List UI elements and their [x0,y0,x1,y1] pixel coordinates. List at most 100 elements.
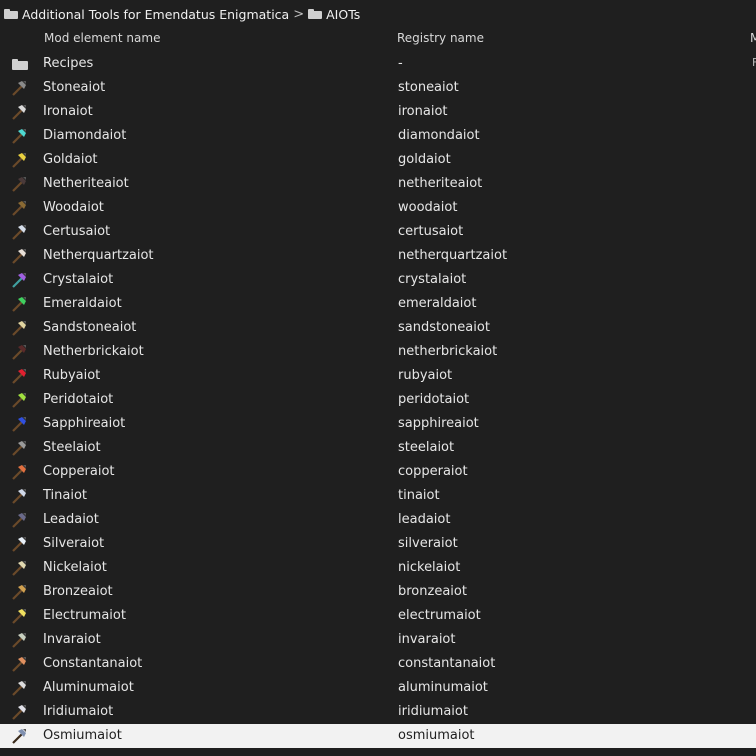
chevron-right-icon: > [293,6,305,22]
list-item[interactable]: Bronzeaiot bronzeaiot [0,580,756,604]
list-item[interactable]: Crystalaiot crystalaiot [0,268,756,292]
registry-name: ironaiot [398,104,448,119]
element-name: Stoneaiot [43,80,106,95]
aiot-tool-icon [12,129,26,144]
aiot-tool-icon [12,657,26,672]
list-item[interactable]: Constantanaiot constantanaiot [0,652,756,676]
breadcrumb: Additional Tools for Emendatus Enigmatic… [0,4,756,24]
aiot-tool-icon [12,585,26,600]
registry-name: netheriteaiot [398,176,483,191]
list-item[interactable]: Recipes - F [0,52,756,76]
aiot-tool-icon [12,345,26,360]
element-name: Netheriteaiot [43,176,129,191]
column-header-third[interactable]: M [750,31,756,45]
list-item[interactable]: Iridiumaiot iridiumaiot [0,700,756,724]
list-item[interactable]: Netherquartzaiot netherquartzaiot [0,244,756,268]
breadcrumb-item-folder[interactable]: AIOTs [326,7,360,22]
aiot-tool-icon [12,201,26,216]
element-name: Osmiumaiot [43,728,122,743]
list-item[interactable]: Emeraldaiot emeraldaiot [0,292,756,316]
registry-name: rubyaiot [398,368,453,383]
list-item[interactable]: Sapphireaiot sapphireaiot [0,412,756,436]
list-item[interactable]: Diamondaiot diamondaiot [0,124,756,148]
element-name: Emeraldaiot [43,296,122,311]
list-item[interactable]: Copperaiot copperaiot [0,460,756,484]
list-item[interactable]: Goldaiot goldaiot [0,148,756,172]
aiot-tool-icon [12,705,26,720]
registry-name: iridiumaiot [398,704,468,719]
element-name: Copperaiot [43,464,115,479]
registry-name: tinaiot [398,488,440,503]
registry-name: steelaiot [398,440,455,455]
list-item[interactable]: Tinaiot tinaiot [0,484,756,508]
registry-name: - [398,56,403,71]
list-item[interactable]: Silveraiot silveraiot [0,532,756,556]
aiot-tool-icon [12,417,26,432]
element-name: Tinaiot [43,488,88,503]
element-name: Iridiumaiot [43,704,114,719]
element-name: Goldaiot [43,152,98,167]
element-name: Recipes [43,56,94,71]
element-name: Ironaiot [43,104,93,119]
list-item[interactable]: Netheriteaiot netheriteaiot [0,172,756,196]
element-name: Constantanaiot [43,656,143,671]
aiot-tool-icon [12,369,26,384]
aiot-tool-icon [12,105,26,120]
aiot-tool-icon [12,249,26,264]
list-item[interactable]: Stoneaiot stoneaiot [0,76,756,100]
list-item[interactable]: Certusaiot certusaiot [0,220,756,244]
registry-name: aluminumaiot [398,680,488,695]
element-name: Sapphireaiot [43,416,126,431]
element-name: Invaraiot [43,632,101,647]
element-name: Aluminumaiot [43,680,134,695]
column-header-name[interactable]: Mod element name [44,31,160,45]
element-name: Silveraiot [43,536,105,551]
aiot-tool-icon [12,609,26,624]
list-item[interactable]: Sandstoneaiot sandstoneaiot [0,316,756,340]
element-name: Bronzeaiot [43,584,113,599]
aiot-tool-icon [12,513,26,528]
breadcrumb-item-mod[interactable]: Additional Tools for Emendatus Enigmatic… [22,7,289,22]
list-item[interactable]: Osmiumaiot osmiumaiot [0,724,756,748]
column-header: Mod element name Registry name M [0,26,756,50]
list-item[interactable]: Aluminumaiot aluminumaiot [0,676,756,700]
registry-name: copperaiot [398,464,468,479]
registry-name: emeraldaiot [398,296,477,311]
list-item[interactable]: Rubyaiot rubyaiot [0,364,756,388]
aiot-tool-icon [12,153,26,168]
element-name: Leadaiot [43,512,99,527]
registry-name: leadaiot [398,512,451,527]
list-item[interactable]: Nickelaiot nickelaiot [0,556,756,580]
element-name: Netherquartzaiot [43,248,154,263]
registry-name: netherquartzaiot [398,248,508,263]
element-name: Electrumaiot [43,608,126,623]
registry-name: nickelaiot [398,560,461,575]
aiot-tool-icon [12,729,26,744]
list-item[interactable]: Leadaiot leadaiot [0,508,756,532]
element-name: Nickelaiot [43,560,107,575]
third-column-value: F [752,56,756,68]
aiot-tool-icon [12,681,26,696]
column-header-registry[interactable]: Registry name [397,31,484,45]
aiot-tool-icon [12,537,26,552]
list-item[interactable]: Ironaiot ironaiot [0,100,756,124]
element-name: Steelaiot [43,440,101,455]
registry-name: netherbrickaiot [398,344,498,359]
element-name: Crystalaiot [43,272,114,287]
element-name: Peridotaiot [43,392,114,407]
list-item[interactable]: Peridotaiot peridotaiot [0,388,756,412]
element-name: Woodaiot [43,200,104,215]
registry-name: certusaiot [398,224,464,239]
registry-name: silveraiot [398,536,458,551]
aiot-tool-icon [12,225,26,240]
folder-icon [308,9,323,19]
list-item[interactable]: Invaraiot invaraiot [0,628,756,652]
aiot-tool-icon [12,297,26,312]
list-item[interactable]: Netherbrickaiot netherbrickaiot [0,340,756,364]
list-item[interactable]: Electrumaiot electrumaiot [0,604,756,628]
registry-name: invaraiot [398,632,456,647]
list-item[interactable]: Woodaiot woodaiot [0,196,756,220]
list-item[interactable]: Steelaiot steelaiot [0,436,756,460]
element-name: Diamondaiot [43,128,127,143]
registry-name: crystalaiot [398,272,467,287]
